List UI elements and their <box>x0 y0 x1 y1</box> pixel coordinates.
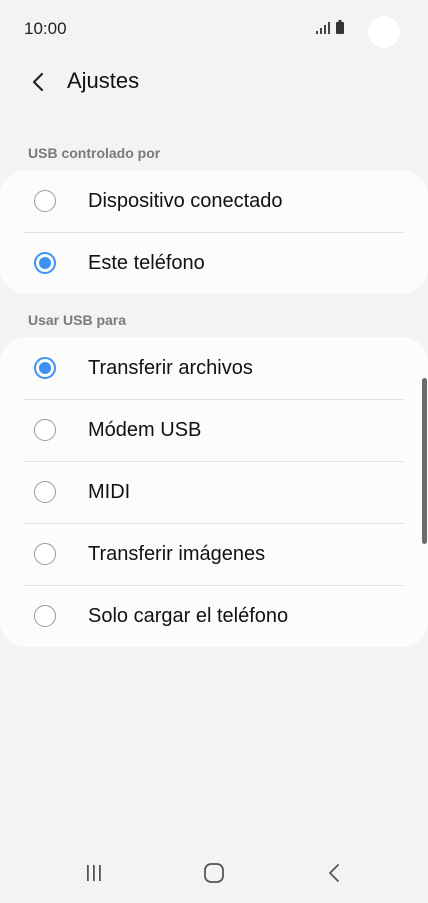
option-modem-usb[interactable]: Módem USB <box>0 399 428 461</box>
phone-screen: 10:00 Ajustes USB controlado por Disposi… <box>0 0 428 903</box>
section-header-usb-controlled-by: USB controlado por <box>28 145 161 161</box>
signal-icon <box>316 22 330 34</box>
recents-button[interactable] <box>74 858 114 888</box>
option-transferir-archivos[interactable]: Transferir archivos <box>0 337 428 399</box>
recents-icon <box>87 865 101 881</box>
chevron-left-icon <box>32 72 44 92</box>
radio-button[interactable] <box>34 605 56 627</box>
radio-button[interactable] <box>34 481 56 503</box>
home-icon <box>204 863 224 883</box>
home-button[interactable] <box>194 858 234 888</box>
radio-button-selected[interactable] <box>34 252 56 274</box>
option-label: Transferir imágenes <box>88 542 266 565</box>
back-button[interactable] <box>20 64 56 100</box>
page-title: Ajustes <box>67 68 140 93</box>
option-dispositivo-conectado[interactable]: Dispositivo conectado <box>0 170 428 232</box>
section-header-use-usb-for: Usar USB para <box>28 312 127 328</box>
option-label: Módem USB <box>88 418 202 441</box>
use-usb-for-card: Transferir archivos Módem USB MIDI Trans… <box>0 337 428 647</box>
option-solo-cargar[interactable]: Solo cargar el teléfono <box>0 585 428 647</box>
app-header: Ajustes <box>0 56 428 106</box>
radio-button[interactable] <box>34 419 56 441</box>
status-bar: 10:00 <box>0 0 428 60</box>
option-label: Solo cargar el teléfono <box>88 604 289 627</box>
battery-icon <box>336 20 344 34</box>
camera-cutout <box>368 16 400 48</box>
radio-button[interactable] <box>34 190 56 212</box>
back-icon <box>329 864 339 882</box>
option-label: MIDI <box>88 480 131 503</box>
navigation-bar <box>0 846 428 900</box>
radio-button[interactable] <box>34 543 56 565</box>
option-label: Dispositivo conectado <box>88 189 283 212</box>
nav-back-button[interactable] <box>314 858 354 888</box>
option-midi[interactable]: MIDI <box>0 461 428 523</box>
option-label: Este teléfono <box>88 251 205 274</box>
status-time: 10:00 <box>24 19 67 38</box>
option-label: Transferir archivos <box>88 356 253 379</box>
option-transferir-imagenes[interactable]: Transferir imágenes <box>0 523 428 585</box>
usb-controlled-by-card: Dispositivo conectado Este teléfono <box>0 170 428 294</box>
option-este-telefono[interactable]: Este teléfono <box>0 232 428 294</box>
radio-button-selected[interactable] <box>34 357 56 379</box>
scrollbar[interactable] <box>422 378 427 544</box>
